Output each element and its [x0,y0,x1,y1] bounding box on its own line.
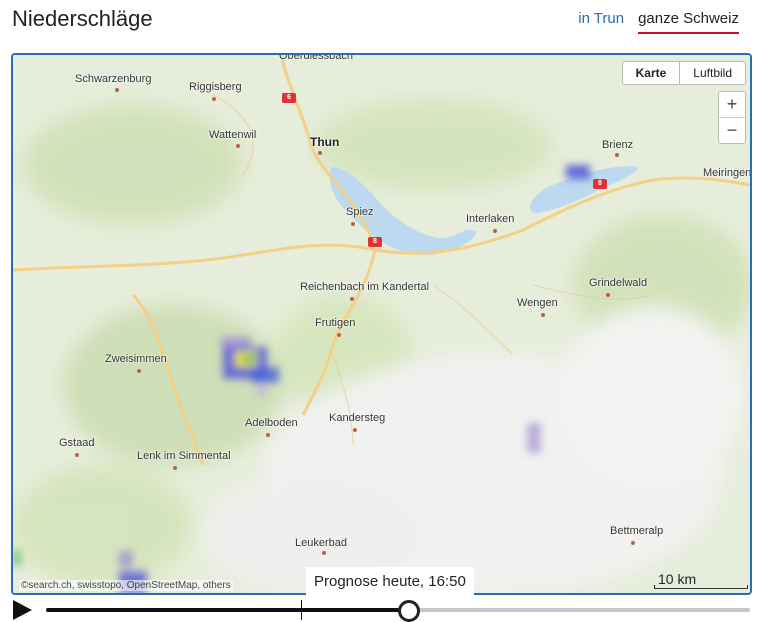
play-icon[interactable] [13,600,32,620]
place-dot [353,428,357,432]
place-dot [137,369,141,373]
place-schwarzenburg: Schwarzenburg [75,73,152,85]
map-type-karte-button[interactable]: Karte [623,62,681,84]
now-marker [301,600,302,620]
place-reichenbach: Reichenbach im Kandertal [300,281,430,293]
map-type-switch: Karte Luftbild [621,61,746,85]
place-dot [266,433,270,437]
place-oberdiessbach: Oberdiessbach [279,53,353,62]
map-type-luftbild-button[interactable]: Luftbild [680,62,745,84]
place-dot [115,88,119,92]
place-dot [318,151,322,155]
place-dot [337,333,341,337]
region-tabs: in Trun ganze Schweiz [578,10,739,34]
place-zweisimmen: Zweisimmen [105,353,167,365]
place-dot [236,144,240,148]
scale-bar: 10 km [654,571,748,589]
header: Niederschläge in Trun ganze Schweiz [0,0,761,48]
page-title: Niederschläge [12,6,153,31]
road-shield-a8-spiez: 8 [368,237,382,247]
place-wattenwil: Wattenwil [209,129,257,141]
place-interlaken: Interlaken [466,213,515,225]
timeline-progress [46,608,409,612]
place-lenk: Lenk im Simmental [137,450,231,462]
timeline-handle[interactable] [398,600,420,622]
place-bettmeralp: Bettmeralp [610,525,664,537]
place-thun: Thun [310,135,340,149]
place-dot [350,297,354,301]
place-spiez: Spiez [346,206,374,218]
tab-in-trun[interactable]: in Trun [578,10,624,34]
place-dot [493,229,497,233]
place-brienz: Brienz [602,139,634,151]
zoom-control: + − [718,91,746,144]
place-leukerbad: Leukerbad [295,537,347,549]
place-dot [322,551,326,555]
place-dot [606,293,610,297]
place-dot [615,153,619,157]
place-kandersteg: Kandersteg [329,412,386,424]
timeline [0,590,761,622]
place-dot [173,466,177,470]
place-dot [631,541,635,545]
road-shield-a6: 6 [282,93,296,103]
place-dot [75,453,79,457]
place-dot [212,97,216,101]
scale-bar-line [654,585,748,589]
tab-ganze-schweiz[interactable]: ganze Schweiz [638,10,739,34]
precipitation-map[interactable]: 6 8 8 Oberdiessbach Schwarzenburg Riggis… [11,53,752,595]
map-background [13,55,750,593]
place-adelboden: Adelboden [245,417,298,429]
place-frutigen: Frutigen [315,317,356,329]
place-gstaad: Gstaad [59,437,95,449]
place-wengen: Wengen [517,297,558,309]
place-grindelwald: Grindelwald [589,277,648,289]
place-dot [541,313,545,317]
road-shield-a8-brienz: 8 [593,179,607,189]
zoom-in-button[interactable]: + [719,92,745,118]
zoom-out-button[interactable]: − [719,118,745,143]
place-riggisberg: Riggisberg [189,81,242,93]
place-dot [351,222,355,226]
place-meiringen: Meiringen [703,167,752,179]
